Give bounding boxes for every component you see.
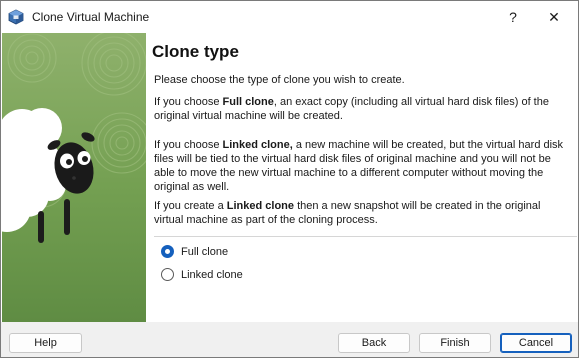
snapshot-description: If you create a Linked clone then a new … xyxy=(154,199,566,227)
linked-clone-label[interactable]: Linked clone xyxy=(181,269,243,281)
virtualbox-icon xyxy=(8,9,24,25)
sheep-illustration xyxy=(2,33,146,322)
linked-clone-option[interactable]: Linked clone xyxy=(161,268,243,281)
close-button[interactable]: ✕ xyxy=(534,1,574,33)
clone-vm-dialog: Clone Virtual Machine ? ✕ Clone type Ple… xyxy=(0,0,579,358)
back-button[interactable]: Back xyxy=(338,333,410,353)
linked-clone-description: If you choose Linked clone, a new machin… xyxy=(154,138,566,194)
finish-button[interactable]: Finish xyxy=(419,333,491,353)
full-clone-label[interactable]: Full clone xyxy=(181,246,228,258)
help-button[interactable]: Help xyxy=(9,333,82,353)
full-clone-desc-bold: Full clone xyxy=(222,96,274,108)
button-bar: Help Back Finish Cancel xyxy=(1,322,578,357)
window-title: Clone Virtual Machine xyxy=(32,10,150,24)
title-bar: Clone Virtual Machine ? ✕ xyxy=(1,1,578,33)
full-clone-description: If you choose Full clone, an exact copy … xyxy=(154,95,566,123)
full-clone-option[interactable]: Full clone xyxy=(161,245,228,258)
help-title-button[interactable]: ? xyxy=(493,1,533,33)
snapshot-desc-bold: Linked clone xyxy=(226,200,295,212)
page-title: Clone type xyxy=(152,42,239,61)
linked-clone-radio[interactable] xyxy=(161,268,174,281)
snapshot-desc-prefix: If you create a xyxy=(154,200,227,212)
cancel-button[interactable]: Cancel xyxy=(500,333,572,353)
full-clone-radio[interactable] xyxy=(161,245,174,258)
divider xyxy=(154,236,577,237)
full-clone-desc-prefix: If you choose xyxy=(154,96,223,108)
linked-clone-desc-bold: Linked clone, xyxy=(222,139,293,151)
wizard-page: Clone type Please choose the type of clo… xyxy=(146,33,577,322)
intro-text: Please choose the type of clone you wish… xyxy=(154,74,405,86)
linked-clone-desc-prefix: If you choose xyxy=(154,139,223,151)
